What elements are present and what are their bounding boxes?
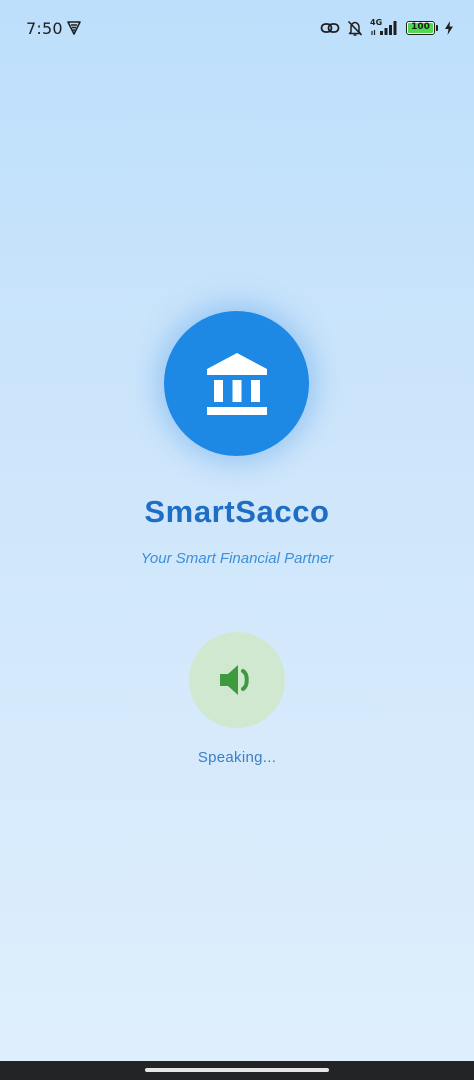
status-icons: 4G 100 — [320, 18, 454, 38]
navigation-bar — [0, 1061, 474, 1080]
muted-bell-icon — [346, 19, 364, 37]
vpn-icon — [66, 20, 82, 36]
battery-tip — [436, 25, 438, 31]
link-icon — [320, 20, 340, 36]
app-tagline: Your Smart Financial Partner — [140, 550, 334, 567]
home-indicator[interactable] — [145, 1068, 329, 1072]
charging-icon — [444, 21, 454, 35]
battery-level: 100 — [411, 22, 430, 32]
speaking-status: Speaking... — [197, 749, 277, 766]
app-name: SmartSacco — [144, 494, 330, 529]
battery-group: 100 — [404, 21, 438, 35]
speaker-icon — [220, 665, 249, 695]
speaker-button[interactable] — [189, 632, 285, 728]
app-logo — [164, 311, 309, 456]
bank-icon — [206, 352, 267, 415]
status-time: 7:50 — [26, 19, 63, 38]
status-bar: 7:50 4G 100 — [0, 0, 474, 56]
signal-icon: 4G — [370, 18, 398, 37]
battery-icon: 100 — [406, 21, 435, 35]
